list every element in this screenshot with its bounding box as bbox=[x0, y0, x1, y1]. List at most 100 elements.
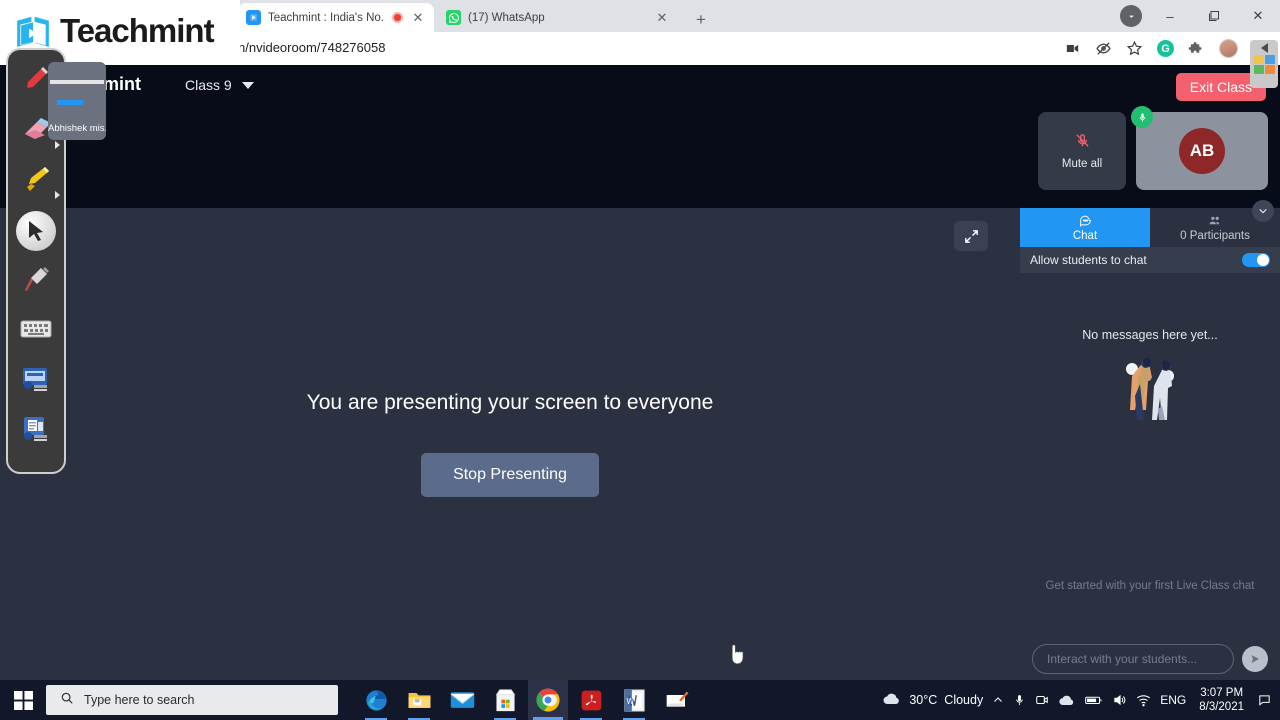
mini-tool-blue[interactable] bbox=[1264, 55, 1275, 64]
chat-panel: Chat 0 Participants Allow students to ch… bbox=[1020, 200, 1280, 680]
taskbar-app-sticky-notes[interactable] bbox=[657, 680, 697, 720]
screen: Teachmint : India's No.1 Onli ✕ (17) Wha… bbox=[0, 0, 1280, 720]
shared-window-label: Abhishek mis... bbox=[48, 123, 106, 134]
tab-chat[interactable]: Chat bbox=[1020, 208, 1150, 247]
chat-input-row bbox=[1020, 644, 1280, 674]
mic-muted-icon bbox=[1074, 132, 1091, 152]
mute-all-tile[interactable]: Mute all bbox=[1038, 112, 1126, 190]
allow-students-to-chat-toggle[interactable] bbox=[1242, 253, 1270, 267]
class-selector[interactable]: Class 9 bbox=[185, 77, 254, 93]
chat-empty-illustration bbox=[1110, 354, 1190, 427]
profile-avatar-icon[interactable] bbox=[1219, 39, 1238, 58]
cloud-icon bbox=[882, 692, 902, 709]
browser-tab-title: Teachmint : India's No.1 Onli bbox=[268, 11, 385, 24]
taskbar-app-google-chrome[interactable] bbox=[528, 680, 568, 720]
wifi-icon[interactable] bbox=[1136, 694, 1151, 707]
allow-students-to-chat-row[interactable]: Allow students to chat bbox=[1020, 247, 1280, 273]
cursor-tool[interactable] bbox=[9, 206, 63, 256]
windows-taskbar: Type here to search W 30°C Cloudy ENG 3:… bbox=[0, 680, 1280, 720]
save-capture-icon bbox=[20, 414, 52, 449]
taskbar-app-microsoft-store[interactable] bbox=[485, 680, 525, 720]
mic-on-icon bbox=[1131, 106, 1153, 128]
browser-profile-chip[interactable] bbox=[1120, 5, 1142, 27]
weather-widget[interactable]: 30°C Cloudy bbox=[882, 692, 983, 709]
teachmint-wordmark: Teachmint bbox=[60, 12, 215, 49]
shared-window-thumbnail[interactable]: Abhishek mis... bbox=[48, 62, 106, 140]
battery-icon[interactable] bbox=[1085, 694, 1103, 706]
mini-tool-grid[interactable] bbox=[1253, 55, 1275, 74]
taskbar-app-microsoft-word[interactable]: W bbox=[614, 680, 654, 720]
class-selector-label: Class 9 bbox=[185, 77, 232, 93]
new-tab-button[interactable]: + bbox=[690, 8, 712, 30]
taskbar-app-adobe-acrobat-reader[interactable] bbox=[571, 680, 611, 720]
save-capture-tool[interactable] bbox=[9, 406, 63, 456]
svg-text:W: W bbox=[626, 697, 634, 706]
screen-record-tool[interactable] bbox=[9, 356, 63, 406]
arrow-left-icon[interactable] bbox=[1260, 43, 1268, 53]
avatar: AB bbox=[1179, 128, 1225, 174]
mini-tool-green[interactable] bbox=[1253, 65, 1264, 74]
tab-chat-label: Chat bbox=[1072, 229, 1098, 242]
notifications-icon[interactable] bbox=[1257, 693, 1272, 707]
chat-empty-subtitle: Get started with your first Live Class c… bbox=[1045, 580, 1255, 592]
chat-empty-title: No messages here yet... bbox=[1082, 328, 1218, 342]
teachmint-logo-icon bbox=[14, 12, 52, 50]
taskbar-app-microsoft-edge[interactable] bbox=[356, 680, 396, 720]
camera-icon[interactable] bbox=[1035, 693, 1049, 707]
extensions-puzzle-icon[interactable] bbox=[1188, 40, 1205, 57]
bookmark-star-icon[interactable] bbox=[1126, 40, 1143, 57]
clock-date: 8/3/2021 bbox=[1199, 701, 1244, 713]
recording-indicator-icon[interactable] bbox=[392, 12, 403, 23]
mouse-cursor bbox=[728, 643, 747, 672]
chevron-up-icon[interactable] bbox=[992, 694, 1004, 706]
close-icon[interactable]: ✕ bbox=[654, 10, 670, 26]
tab-participants-label: 0 Participants bbox=[1180, 229, 1250, 242]
close-icon[interactable]: ✕ bbox=[1236, 0, 1280, 32]
taskbar-apps: W bbox=[356, 680, 697, 720]
address-bar-url[interactable]: n/nvideoroom/748276058 bbox=[238, 40, 385, 55]
keyboard-icon bbox=[20, 320, 52, 343]
maximize-icon[interactable] bbox=[1192, 0, 1236, 32]
taskbar-app-file-explorer[interactable] bbox=[399, 680, 439, 720]
mini-tool-orange[interactable] bbox=[1264, 65, 1275, 74]
minimize-icon[interactable]: – bbox=[1148, 0, 1192, 32]
browser-tab-title: (17) WhatsApp bbox=[468, 11, 545, 24]
start-button[interactable] bbox=[0, 680, 46, 720]
panel-tabs: Chat 0 Participants bbox=[1020, 208, 1280, 247]
floating-mini-toolbar[interactable] bbox=[1250, 40, 1278, 88]
teachmint-icon bbox=[246, 10, 261, 25]
taskbar-app-mail[interactable] bbox=[442, 680, 482, 720]
browser-tab-teachmint[interactable]: Teachmint : India's No.1 Onli ✕ bbox=[238, 3, 434, 32]
volume-icon[interactable] bbox=[1112, 693, 1127, 707]
video-camera-icon[interactable] bbox=[1064, 40, 1081, 57]
window-controls: – ✕ bbox=[1148, 0, 1280, 32]
thumbnail-titlebar bbox=[50, 80, 104, 84]
laser-pointer-tool[interactable] bbox=[9, 256, 63, 306]
grammarly-icon[interactable]: G bbox=[1157, 40, 1174, 57]
weather-temp: 30°C bbox=[909, 693, 938, 707]
system-tray: 30°C Cloudy ENG 3:07 PM 8/3/2021 bbox=[882, 680, 1280, 720]
presenting-message-block: You are presenting your screen to everyo… bbox=[0, 208, 1020, 680]
chat-input[interactable] bbox=[1032, 644, 1234, 674]
language-indicator[interactable]: ENG bbox=[1160, 693, 1186, 707]
participant-tile[interactable]: AB bbox=[1131, 106, 1268, 190]
clock[interactable]: 3:07 PM 8/3/2021 bbox=[1195, 686, 1248, 714]
taskbar-search[interactable]: Type here to search bbox=[46, 685, 338, 715]
search-icon bbox=[60, 691, 74, 710]
chat-bubble-icon bbox=[1079, 214, 1092, 229]
send-icon[interactable] bbox=[1242, 646, 1268, 672]
chevron-down-icon[interactable] bbox=[1252, 200, 1274, 222]
microphone-icon[interactable] bbox=[1013, 693, 1026, 707]
browser-tab-whatsapp[interactable]: (17) WhatsApp ✕ bbox=[438, 3, 678, 32]
mini-tool-yellow[interactable] bbox=[1253, 55, 1264, 64]
presenting-message: You are presenting your screen to everyo… bbox=[306, 391, 714, 414]
highlighter-tool[interactable] bbox=[9, 156, 63, 206]
chevron-right-icon bbox=[55, 191, 60, 199]
keyboard-tool[interactable] bbox=[9, 306, 63, 356]
close-icon[interactable]: ✕ bbox=[410, 10, 426, 26]
eye-slash-icon[interactable] bbox=[1095, 40, 1112, 57]
chevron-right-icon bbox=[55, 141, 60, 149]
onedrive-cloud-icon[interactable] bbox=[1058, 694, 1076, 707]
stop-presenting-button[interactable]: Stop Presenting bbox=[421, 453, 599, 497]
thumbnail-highlight bbox=[57, 100, 83, 105]
